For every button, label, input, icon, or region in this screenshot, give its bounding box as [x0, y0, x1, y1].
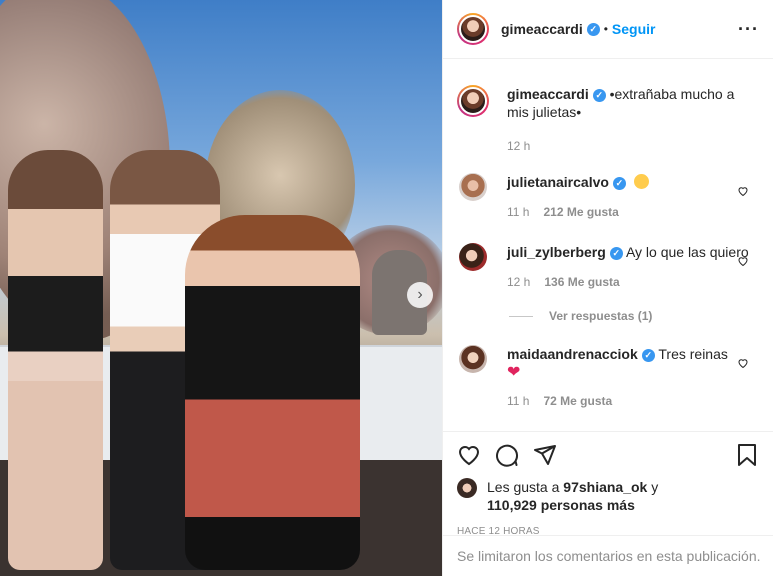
verified-icon: ✓	[609, 247, 623, 260]
likes-count[interactable]: 110,929 personas más	[487, 497, 635, 513]
comment-time[interactable]: 11 h	[507, 205, 529, 219]
comment-likes[interactable]: 72 Me gusta	[543, 394, 612, 408]
commenter-avatar[interactable]	[459, 243, 487, 271]
view-replies-label: Ver respuestas (1)	[549, 309, 653, 323]
commenter-avatar[interactable]	[459, 345, 487, 373]
follow-button[interactable]: Seguir	[612, 21, 656, 37]
verified-icon: ✓	[641, 349, 655, 362]
comment-time[interactable]: 12 h	[507, 275, 530, 289]
post-header: gimeaccardi ✓ • Seguir ···	[443, 0, 773, 59]
comment-item: juli_zylberberg ✓ Ay lo que las quiero 12…	[457, 243, 759, 291]
post-actions: Les gusta a 97shiana_ok y 110,929 person…	[443, 431, 773, 537]
comment-item: julietanaircalvo ✓ 11 h 212 Me gusta	[457, 173, 759, 221]
author-username[interactable]: gimeaccardi	[501, 21, 583, 37]
comment-username[interactable]: juli_zylberberg	[507, 244, 606, 260]
like-icon[interactable]	[457, 443, 481, 467]
caption: gimeaccardi ✓ •extrañaba mucho a mis juli…	[457, 85, 759, 155]
author-avatar[interactable]	[457, 85, 489, 117]
comments-list[interactable]: gimeaccardi ✓ •extrañaba mucho a mis juli…	[443, 59, 773, 431]
verified-icon: ✓	[586, 22, 600, 36]
like-comment-icon[interactable]	[737, 357, 749, 369]
verified-icon: ✓	[592, 89, 606, 102]
likes-prefix: Les gusta a	[487, 479, 564, 495]
comments-limited-notice: Se limitaron los comentarios en esta pub…	[443, 535, 773, 576]
comment-time[interactable]: 11 h	[507, 394, 529, 408]
share-icon[interactable]	[533, 443, 557, 467]
comment-username[interactable]: maidaandrenacciok	[507, 346, 638, 362]
commenter-avatar[interactable]	[459, 173, 487, 201]
comment-text: Tres reinas	[658, 346, 728, 362]
liker-avatar	[457, 478, 477, 498]
view-replies-button[interactable]: Ver respuestas (1)	[509, 309, 759, 323]
comment-item: maidaandrenacciok ✓ Tres reinas ❤ 11 h 72 …	[457, 345, 759, 410]
photo-person-right	[185, 215, 360, 570]
likes-mid: y	[647, 479, 659, 495]
save-icon[interactable]	[735, 443, 759, 467]
more-options-icon[interactable]: ···	[738, 19, 759, 40]
post-sidebar: gimeaccardi ✓ • Seguir ··· gimeaccardi ✓ …	[442, 0, 773, 576]
likes-user[interactable]: 97shiana_ok	[563, 479, 647, 495]
comment-username[interactable]: julietanaircalvo	[507, 174, 609, 190]
caption-time[interactable]: 12 h	[507, 139, 530, 153]
comment-icon[interactable]	[495, 443, 519, 467]
comment-text: Ay lo que las quiero	[625, 244, 749, 260]
heart-eyes-emoji	[633, 174, 649, 189]
verified-icon: ✓	[612, 177, 626, 190]
like-comment-icon[interactable]	[737, 255, 749, 267]
next-image-icon[interactable]: ›	[407, 282, 433, 308]
follow-separator: •	[603, 22, 608, 36]
like-comment-icon[interactable]	[737, 185, 749, 197]
caption-username[interactable]: gimeaccardi	[507, 86, 589, 102]
comment-likes[interactable]: 136 Me gusta	[544, 275, 619, 289]
post-photo[interactable]: ›	[0, 0, 442, 576]
photo-person-left	[8, 150, 103, 570]
red-heart-emoji: ❤	[507, 364, 521, 381]
likes-summary[interactable]: Les gusta a 97shiana_ok y 110,929 person…	[457, 478, 759, 514]
author-avatar[interactable]	[457, 13, 489, 45]
comment-likes[interactable]: 212 Me gusta	[543, 205, 618, 219]
